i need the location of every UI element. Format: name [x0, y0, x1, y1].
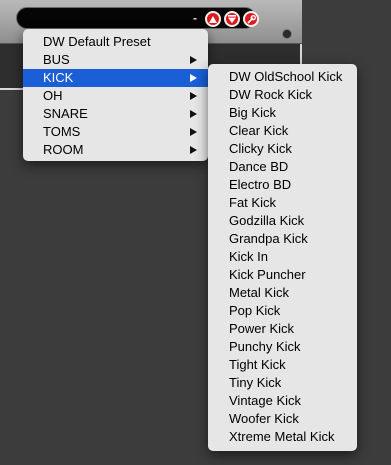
submenu-item[interactable]: Big Kick	[208, 104, 357, 122]
submenu-item[interactable]: Clear Kick	[208, 122, 357, 140]
submenu-arrow-icon	[190, 56, 197, 64]
menu-item-label: TOMS	[43, 124, 81, 139]
preset-selector[interactable]: -	[16, 7, 259, 29]
preset-value: -	[193, 11, 197, 25]
submenu-item[interactable]: Electro BD	[208, 176, 357, 194]
screen: - DW Default Preset BUS KICK OH SNARE TO…	[0, 0, 391, 465]
menu-item-label: ROOM	[43, 142, 84, 157]
menu-item-label: DW Default Preset	[43, 34, 151, 49]
menu-item-label: BUS	[43, 52, 70, 67]
submenu-arrow-icon	[190, 146, 197, 154]
menu-item-room[interactable]: ROOM	[23, 141, 208, 159]
kick-submenu: DW OldSchool Kick DW Rock Kick Big Kick …	[208, 64, 357, 451]
submenu-item[interactable]: Dance BD	[208, 158, 357, 176]
menu-item-toms[interactable]: TOMS	[23, 123, 208, 141]
submenu-item[interactable]: Pop Kick	[208, 302, 357, 320]
submenu-item[interactable]: Woofer Kick	[208, 410, 357, 428]
menu-item-snare[interactable]: SNARE	[23, 105, 208, 123]
settings-button[interactable]	[243, 11, 259, 27]
previous-preset-button[interactable]	[205, 11, 221, 27]
submenu-item[interactable]: Tiny Kick	[208, 374, 357, 392]
submenu-item[interactable]: Punchy Kick	[208, 338, 357, 356]
next-preset-button[interactable]	[224, 11, 240, 27]
next-preset-icon	[228, 15, 236, 23]
menu-item-label: SNARE	[43, 106, 88, 121]
submenu-item[interactable]: Xtreme Metal Kick	[208, 428, 357, 446]
submenu-item[interactable]: Kick In	[208, 248, 357, 266]
submenu-item[interactable]: Power Kick	[208, 320, 357, 338]
submenu-item[interactable]: Tight Kick	[208, 356, 357, 374]
submenu-item[interactable]: Grandpa Kick	[208, 230, 357, 248]
submenu-arrow-icon	[190, 128, 197, 136]
submenu-arrow-icon	[190, 74, 197, 82]
menu-item-dw-default-preset[interactable]: DW Default Preset	[23, 33, 208, 51]
menu-item-label: OH	[43, 88, 63, 103]
submenu-item[interactable]: Clicky Kick	[208, 140, 357, 158]
submenu-item[interactable]: Vintage Kick	[208, 392, 357, 410]
menu-item-bus[interactable]: BUS	[23, 51, 208, 69]
preset-menu: DW Default Preset BUS KICK OH SNARE TOMS…	[23, 29, 208, 161]
menu-item-oh[interactable]: OH	[23, 87, 208, 105]
menu-item-kick[interactable]: KICK	[23, 69, 208, 87]
submenu-arrow-icon	[190, 92, 197, 100]
submenu-arrow-icon	[190, 110, 197, 118]
submenu-item[interactable]: Fat Kick	[208, 194, 357, 212]
previous-preset-icon	[209, 15, 217, 23]
submenu-item[interactable]: Metal Kick	[208, 284, 357, 302]
submenu-item[interactable]: Godzilla Kick	[208, 212, 357, 230]
menu-item-label: KICK	[43, 70, 74, 85]
submenu-item[interactable]: DW OldSchool Kick	[208, 68, 357, 86]
submenu-item[interactable]: DW Rock Kick	[208, 86, 357, 104]
panel-knob[interactable]	[282, 29, 292, 39]
submenu-item[interactable]: Kick Puncher	[208, 266, 357, 284]
wrench-icon	[247, 14, 256, 23]
